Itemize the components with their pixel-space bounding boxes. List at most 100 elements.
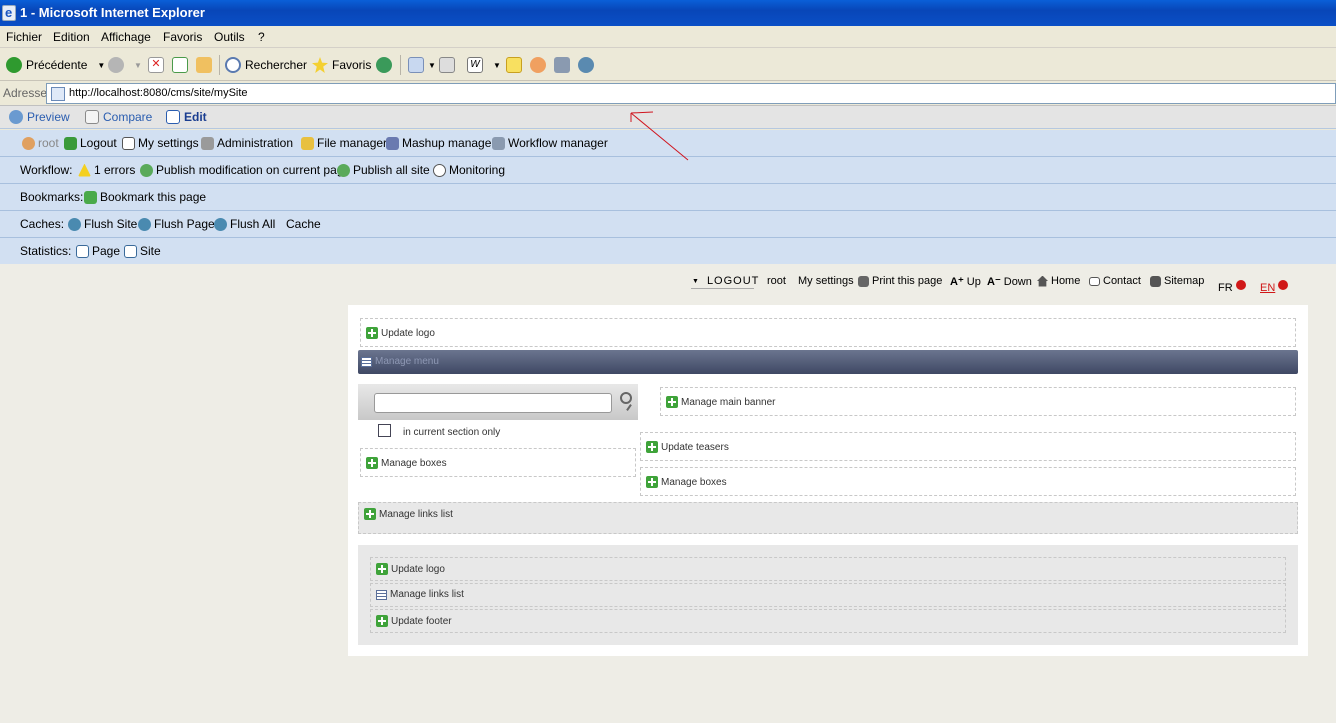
wrench-icon [201,136,214,150]
add-icon [376,563,388,575]
logout-icon [64,136,77,150]
home-button[interactable] [196,56,216,74]
menu-outils[interactable]: Outils [214,30,245,44]
lang-fr-link[interactable]: FR [1218,280,1246,294]
annotation-arrow-shaft [630,112,689,161]
menu-edition[interactable]: Edition [53,30,90,44]
notes-button[interactable] [506,56,526,74]
search-icon [225,57,241,73]
add-icon [666,396,678,408]
favorites-button[interactable]: Favoris [312,56,371,74]
print-button[interactable] [439,56,459,74]
flush-site-button[interactable]: Flush Site [68,217,137,231]
footer-manage-links-list-button[interactable]: Manage links list [376,589,464,600]
menu-bar: Fichier Edition Affichage Favoris Outils… [0,26,1336,48]
back-button[interactable]: Précédente ▼ [6,56,105,74]
mail-button[interactable]: ▼ [408,56,436,74]
flush-icon [214,217,227,231]
site-logout-link[interactable]: ▼ LOGOUT [692,275,759,287]
footer-update-logo-button[interactable]: Update logo [376,563,445,575]
note-icon [506,57,522,73]
site-settings-link[interactable]: My settings [798,275,854,287]
menu-zone: Manage menu [358,350,1298,374]
lang-fr-flag-icon [1235,280,1246,290]
flush-all-button[interactable]: Flush All [214,217,275,231]
font-up-link[interactable]: A⁺ Up [950,275,981,289]
envelope-icon [1089,276,1100,286]
chevron-down-icon: ▼ [692,277,699,285]
bookmark-page-button[interactable]: Bookmark this page [84,190,206,204]
address-bar: Adresse http://localhost:8080/cms/site/m… [0,82,1336,104]
my-settings-button[interactable]: My settings [122,136,199,150]
workflow-manager-button[interactable]: Workflow manager [492,136,608,150]
add-icon [376,615,388,627]
mashup-manager-button[interactable]: Mashup manager [386,136,495,150]
add-icon [646,441,658,453]
history-button[interactable] [376,56,396,74]
logout-button[interactable]: Logout [64,136,117,150]
chart-icon [124,244,137,258]
lang-en-link[interactable]: EN [1260,280,1289,294]
stop-button[interactable]: ✕ [148,56,168,74]
manage-boxes-right-button[interactable]: Manage boxes [646,476,727,488]
research-button[interactable] [554,56,574,74]
edit-word-button[interactable]: W ▼ [467,56,501,74]
flush-page-button[interactable]: Flush Page [138,217,215,231]
flush-icon [68,217,81,231]
search-button[interactable]: Rechercher [225,56,307,74]
research-icon [554,57,570,73]
monitoring-button[interactable]: Monitoring [433,163,505,177]
cache-button[interactable]: Cache [286,217,321,231]
manage-links-list-button[interactable]: Manage links list [364,508,453,520]
menu-help[interactable]: ? [258,30,265,44]
manage-boxes-left-button[interactable]: Manage boxes [366,457,447,469]
forward-button[interactable]: ▼ [108,56,142,74]
contact-link[interactable]: Contact [1089,275,1141,287]
magnifier-icon[interactable] [620,392,632,404]
address-label: Adresse [3,86,48,100]
print-link[interactable]: Print this page [858,275,942,287]
settings-icon [122,136,135,150]
stats-site-button[interactable]: Site [124,244,161,258]
home-link[interactable]: Home [1037,275,1080,287]
tools-icon [578,57,594,73]
mashup-icon [386,136,399,150]
publish-site-button[interactable]: Publish all site [337,163,430,177]
font-down-link[interactable]: A⁻ Down [987,275,1032,289]
sitemap-link[interactable]: Sitemap [1150,275,1204,287]
tab-edit[interactable]: Edit [166,110,207,124]
address-url: http://localhost:8080/cms/site/mySite [69,87,248,99]
messenger-button[interactable] [530,56,550,74]
search-box [358,384,638,420]
annotation-arrow [630,111,689,161]
manage-menu-button[interactable]: Manage menu [361,356,439,367]
publish-page-button[interactable]: Publish modification on current page [140,163,350,177]
tab-compare[interactable]: Compare [85,110,152,124]
file-manager-button[interactable]: File manager [301,136,387,150]
annotation-arrow-head-b [630,111,654,114]
logo-zone: Update logo [360,318,1296,347]
bookmarks-label: Bookmarks: [20,190,84,204]
administration-button[interactable]: Administration [201,136,293,150]
refresh-button[interactable] [172,56,192,74]
footer-links-zone: Manage links list [370,583,1286,607]
current-section-label: in current section only [403,427,501,438]
menu-fichier[interactable]: Fichier [6,30,42,44]
menu-affichage[interactable]: Affichage [101,30,151,44]
mail-icon [408,57,424,73]
footer-zone: Update logo Manage links list Update foo… [358,545,1298,645]
tools-button[interactable] [578,56,598,74]
manage-main-banner-button[interactable]: Manage main banner [666,396,776,408]
stats-page-button[interactable]: Page [76,244,120,258]
current-section-checkbox[interactable] [378,424,391,437]
update-logo-button[interactable]: Update logo [366,327,435,339]
workflow-errors-button[interactable]: 1 errors [78,163,135,177]
update-footer-button[interactable]: Update footer [376,615,452,627]
tab-preview[interactable]: Preview [9,110,70,124]
site-search-input[interactable] [374,393,612,413]
menu-favoris[interactable]: Favoris [163,30,202,44]
update-teasers-button[interactable]: Update teasers [646,441,729,453]
address-input[interactable]: http://localhost:8080/cms/site/mySite [46,83,1336,104]
sitemap-icon [1150,275,1161,287]
footer-logo-zone: Update logo [370,557,1286,581]
